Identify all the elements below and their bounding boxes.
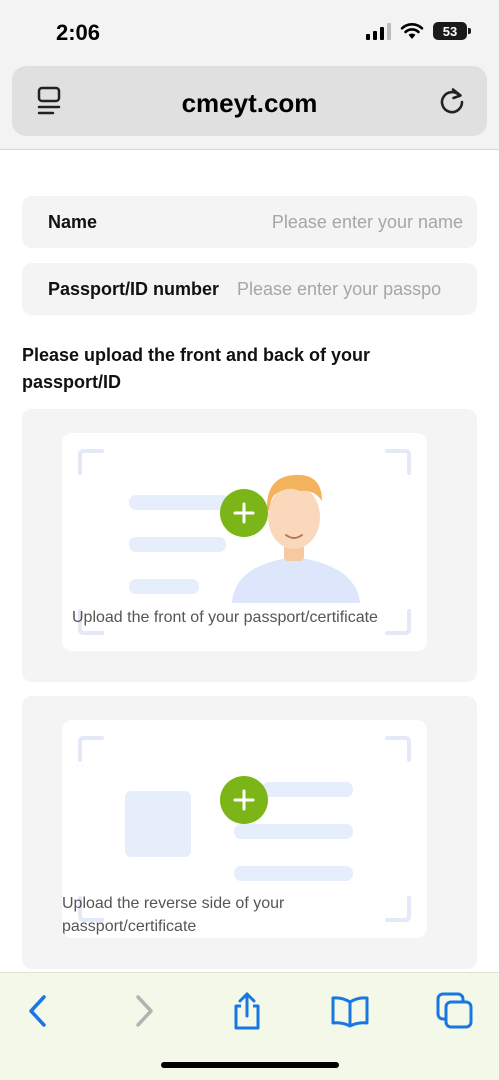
wifi-icon xyxy=(400,23,424,39)
upload-back-area[interactable]: Upload the reverse side of your passport… xyxy=(62,720,427,938)
share-button[interactable] xyxy=(225,989,269,1033)
upload-front-label: Upload the front of your passport/certif… xyxy=(72,609,378,626)
cellular-signal-icon xyxy=(366,22,391,40)
forward-icon xyxy=(136,995,153,1027)
upload-title: Please upload the front and back of your… xyxy=(22,345,371,392)
share-icon xyxy=(234,992,260,1030)
tabs-icon xyxy=(436,992,473,1029)
upload-back-card[interactable]: Upload the reverse side of your passport… xyxy=(22,696,477,969)
add-front-button[interactable] xyxy=(220,489,268,537)
upload-back-label: Upload the reverse side of your passport… xyxy=(62,895,285,935)
home-indicator xyxy=(161,1062,339,1068)
add-back-button[interactable] xyxy=(220,776,268,824)
bookmarks-button[interactable] xyxy=(328,989,372,1033)
upload-front-area[interactable]: Upload the front of your passport/certif… xyxy=(62,433,427,651)
bookmarks-icon xyxy=(331,996,369,1028)
status-icons: 53 xyxy=(366,22,471,40)
back-button[interactable] xyxy=(16,989,60,1033)
name-input[interactable] xyxy=(228,208,463,236)
passport-id-input[interactable] xyxy=(237,275,463,303)
upload-front-card[interactable]: Upload the front of your passport/certif… xyxy=(22,409,477,682)
passport-id-field: Passport/ID number xyxy=(22,263,477,315)
reload-icon[interactable] xyxy=(437,86,467,116)
forward-button[interactable] xyxy=(122,989,166,1033)
plus-icon xyxy=(233,502,255,524)
plus-icon xyxy=(233,789,255,811)
status-bar: 2:06 53 xyxy=(0,0,499,62)
back-icon xyxy=(29,995,46,1027)
url-text[interactable]: cmeyt.com xyxy=(12,88,487,119)
address-bar[interactable]: cmeyt.com xyxy=(12,66,487,136)
browser-top-bar: cmeyt.com xyxy=(0,62,499,150)
name-field: Name xyxy=(22,196,477,248)
name-label: Name xyxy=(48,212,98,232)
status-time: 2:06 xyxy=(56,20,101,45)
passport-id-label: Passport/ID number xyxy=(48,279,220,299)
battery-icon: 53 xyxy=(433,22,471,40)
tabs-button[interactable] xyxy=(433,989,477,1033)
